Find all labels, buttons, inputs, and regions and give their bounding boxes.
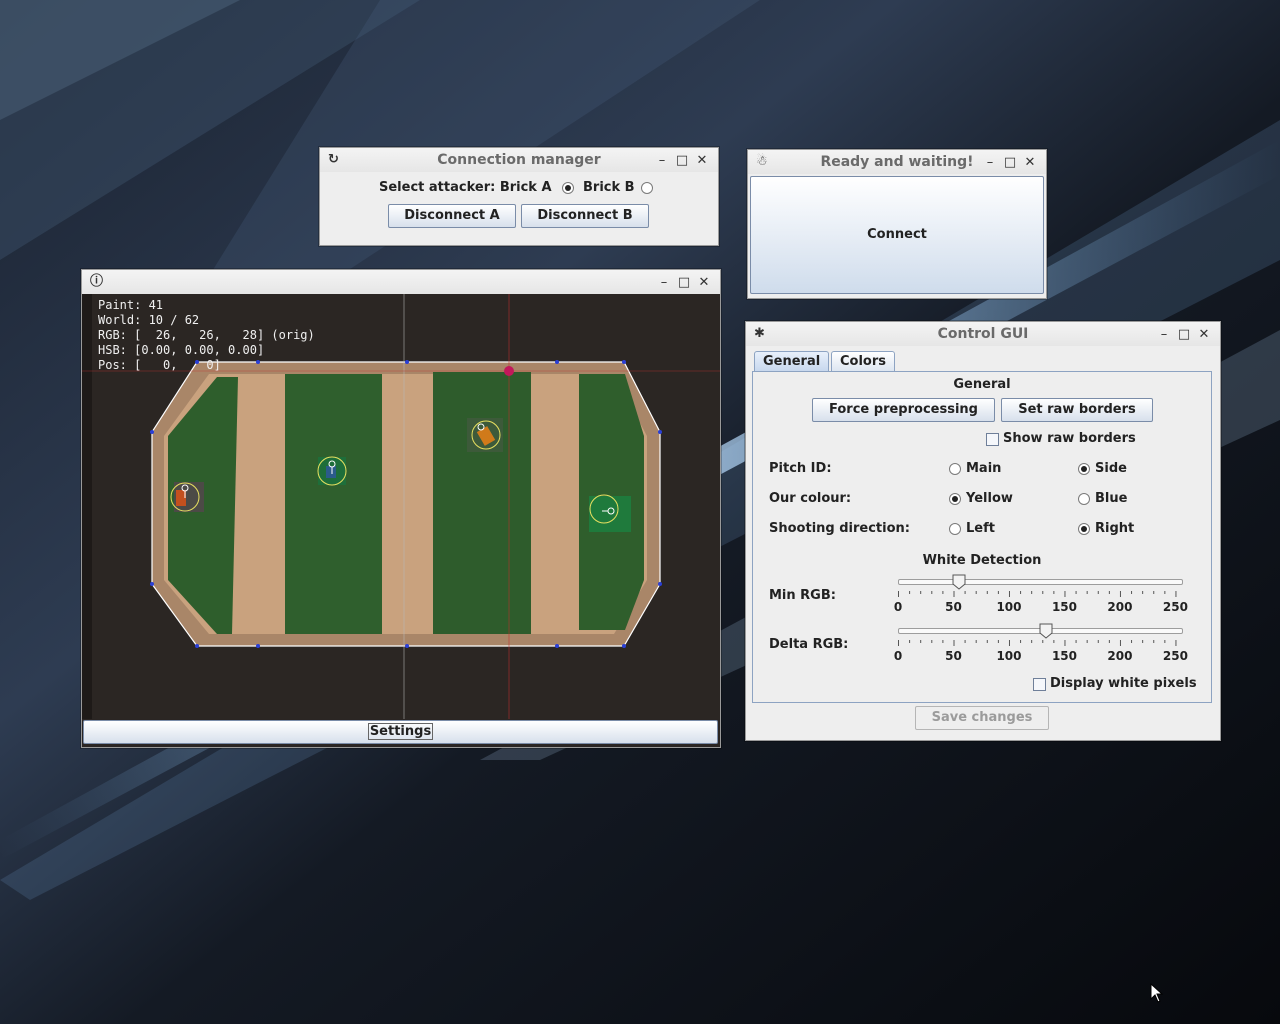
- vision-window: ⓘ – □ ✕ Paint: 41 World: 10 / 62 RGB: […: [81, 269, 721, 748]
- maximize-icon[interactable]: □: [1174, 323, 1194, 347]
- min-rgb-label: Min RGB:: [769, 588, 836, 603]
- colour-yellow-label: Yellow: [966, 491, 1013, 506]
- close-icon[interactable]: ✕: [1020, 151, 1040, 175]
- tab-colors-label: Colors: [840, 354, 887, 369]
- colour-yellow-radio[interactable]: [949, 493, 961, 505]
- slider-tick-label: 200: [1107, 649, 1133, 663]
- show-raw-borders-label: Show raw borders: [1003, 431, 1136, 446]
- min-rgb-slider-track[interactable]: [898, 579, 1183, 585]
- force-preprocessing-button[interactable]: Force preprocessing: [812, 398, 995, 422]
- direction-right-radio[interactable]: [1078, 523, 1090, 535]
- direction-left-label: Left: [966, 521, 995, 536]
- minimize-icon[interactable]: –: [652, 149, 672, 173]
- maximize-icon[interactable]: □: [672, 149, 692, 173]
- display-white-pixels-checkbox[interactable]: [1033, 678, 1046, 691]
- disconnect-b-button[interactable]: Disconnect B: [521, 204, 649, 228]
- brick-a-radio[interactable]: [562, 182, 574, 194]
- pitch-main-radio[interactable]: [949, 463, 961, 475]
- vision-titlebar[interactable]: ⓘ – □ ✕: [82, 270, 720, 294]
- colour-blue-radio[interactable]: [1078, 493, 1090, 505]
- control-gui-titlebar[interactable]: ✱ Control GUI – □ ✕: [746, 322, 1220, 346]
- connection-manager-titlebar[interactable]: ↻ Connection manager – □ ✕: [320, 148, 718, 172]
- info-icon: ⓘ: [90, 274, 104, 289]
- section-general-title: General: [953, 377, 1011, 392]
- pitch-zone-2: [285, 374, 382, 634]
- close-icon[interactable]: ✕: [1194, 323, 1214, 347]
- slider-tick-label: 0: [893, 649, 903, 663]
- white-detection-title: White Detection: [922, 553, 1042, 568]
- overlay-hsb: HSB: [0.00, 0.00, 0.00]: [98, 343, 265, 357]
- settings-button[interactable]: Settings: [83, 720, 718, 744]
- brick-b-radio[interactable]: [641, 182, 653, 194]
- slider-tick-label: 150: [1051, 600, 1077, 614]
- overlay-world: World: 10 / 62: [98, 313, 200, 327]
- brick-b-label: Brick B: [583, 180, 635, 195]
- slider-tick-label: 50: [945, 600, 962, 614]
- slider-tick-label: 150: [1051, 649, 1077, 663]
- robot-blue-1: [317, 456, 347, 486]
- settings-label: Settings: [367, 723, 434, 740]
- star-icon: ✱: [754, 326, 765, 341]
- maximize-icon[interactable]: □: [1000, 151, 1020, 175]
- robot-yellow-1: [170, 482, 204, 512]
- our-colour-label: Our colour:: [769, 491, 852, 506]
- robot-icon: ☃: [756, 154, 768, 169]
- minimize-icon[interactable]: –: [1154, 323, 1174, 347]
- refresh-icon: ↻: [328, 152, 339, 167]
- ready-titlebar[interactable]: ☃ Ready and waiting! – □ ✕: [748, 150, 1046, 174]
- slider-tick-label: 200: [1107, 600, 1133, 614]
- shooting-direction-label: Shooting direction:: [769, 521, 910, 536]
- display-white-pixels-label: Display white pixels: [1050, 676, 1197, 691]
- delta-rgb-tick-labels: 0 50 100 150 200 250: [894, 649, 1188, 665]
- close-icon[interactable]: ✕: [692, 149, 712, 173]
- disconnect-a-button[interactable]: Disconnect A: [388, 204, 516, 228]
- colour-blue-label: Blue: [1095, 491, 1128, 506]
- connection-manager-title: Connection manager: [437, 152, 601, 168]
- pitch-zone-3: [433, 372, 531, 634]
- overlay-paint: Paint: 41: [98, 298, 164, 312]
- direction-right-label: Right: [1095, 521, 1135, 536]
- close-icon[interactable]: ✕: [694, 271, 714, 295]
- direction-left-radio[interactable]: [949, 523, 961, 535]
- maximize-icon[interactable]: □: [674, 271, 694, 295]
- show-raw-borders-checkbox[interactable]: [986, 433, 999, 446]
- overlay-rgb: RGB: [ 26, 26, 28] (orig): [98, 328, 315, 342]
- delta-rgb-label: Delta RGB:: [769, 637, 849, 652]
- robot-yellow-2: [467, 418, 503, 452]
- tab-colors[interactable]: Colors: [831, 351, 896, 371]
- ready-window: ☃ Ready and waiting! – □ ✕ Connect: [747, 149, 1047, 299]
- min-rgb-slider-thumb[interactable]: [952, 574, 966, 590]
- control-gui-title: Control GUI: [937, 326, 1029, 342]
- tab-general[interactable]: General: [754, 351, 830, 371]
- pitch-id-label: Pitch ID:: [769, 461, 832, 476]
- slider-tick-label: 250: [1162, 600, 1188, 614]
- overlay-pos: Pos: [ 0, 0]: [98, 358, 221, 372]
- slider-tick-label: 50: [945, 649, 962, 663]
- robot-blue-2: [589, 494, 631, 532]
- delta-rgb-ticks: [898, 640, 1177, 646]
- slider-tick-label: 100: [996, 649, 1022, 663]
- minimize-icon[interactable]: –: [654, 271, 674, 295]
- connect-button[interactable]: Connect: [750, 176, 1044, 294]
- ball: [504, 366, 514, 376]
- control-gui-window: ✱ Control GUI – □ ✕ General Colors General…: [745, 321, 1221, 741]
- connection-manager-window: ↻ Connection manager – □ ✕ Select attacker…: [319, 147, 719, 246]
- tab-general-label: General: [763, 354, 821, 369]
- general-panel: General Force preprocessing Set raw bord…: [752, 371, 1212, 703]
- select-attacker-label: Select attacker: Brick A: [379, 180, 552, 195]
- min-rgb-tick-labels: 0 50 100 150 200 250: [894, 600, 1188, 616]
- ready-title: Ready and waiting!: [820, 154, 974, 170]
- pitch-side-radio[interactable]: [1078, 463, 1090, 475]
- pitch-main-label: Main: [966, 461, 1002, 476]
- pitch-side-label: Side: [1095, 461, 1127, 476]
- slider-tick-label: 100: [996, 600, 1022, 614]
- slider-tick-label: 0: [893, 600, 903, 614]
- save-changes-button[interactable]: Save changes: [915, 706, 1049, 730]
- minimize-icon[interactable]: –: [980, 151, 1000, 175]
- delta-rgb-slider-thumb[interactable]: [1039, 623, 1053, 639]
- slider-tick-label: 250: [1162, 649, 1188, 663]
- mouse-cursor: [1150, 983, 1164, 1003]
- set-raw-borders-button[interactable]: Set raw borders: [1001, 398, 1153, 422]
- min-rgb-ticks: [898, 591, 1177, 597]
